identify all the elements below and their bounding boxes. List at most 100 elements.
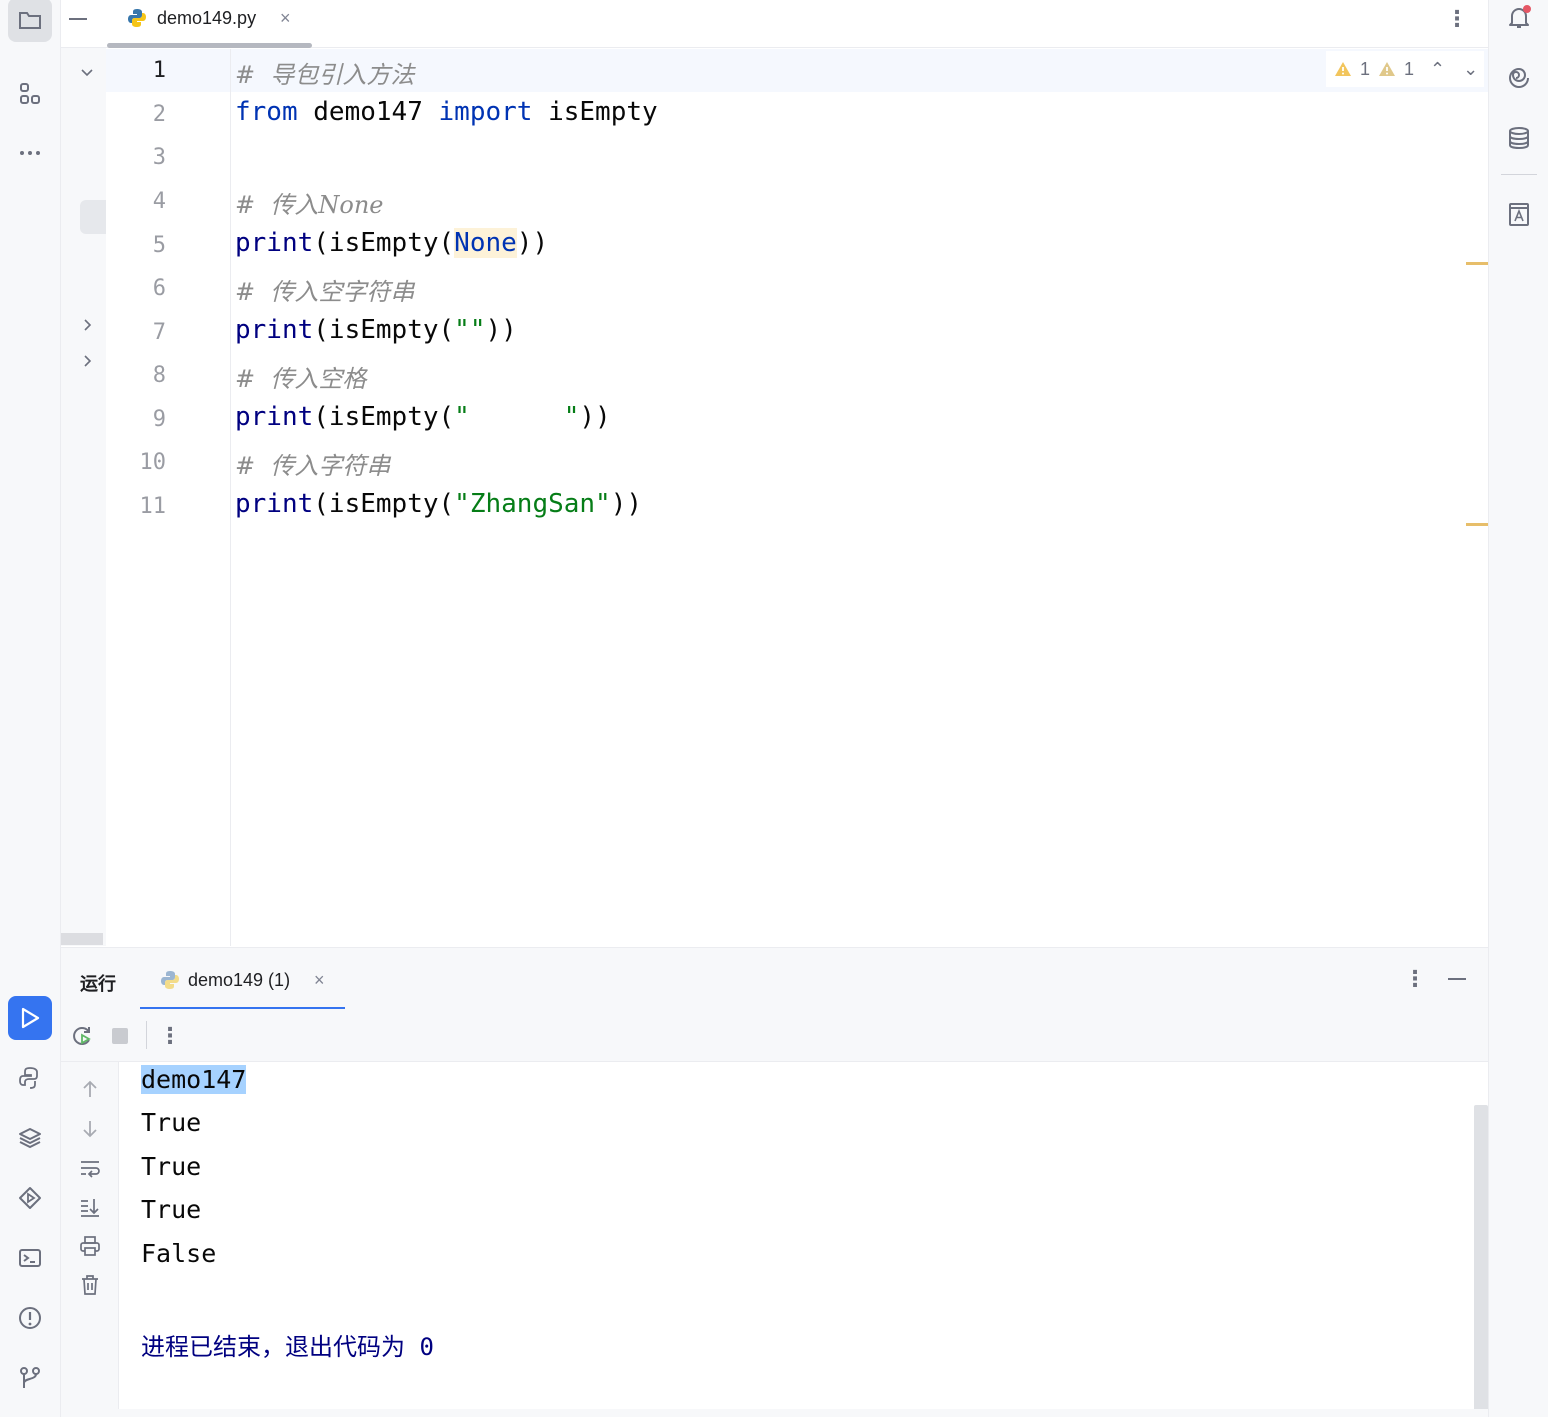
run-config-tab[interactable]: demo149 (1) ×: [140, 948, 345, 1010]
problems-button[interactable]: [8, 1296, 52, 1340]
hide-sidebar-button[interactable]: [64, 6, 92, 32]
structure-button[interactable]: [8, 72, 52, 116]
more-actions-button[interactable]: ⋮: [157, 1023, 183, 1049]
chevron-down-icon: [81, 69, 93, 77]
code-comment: # 传入空格: [235, 365, 367, 393]
collapse-chevron[interactable]: [79, 64, 95, 80]
module-name: demo147: [313, 97, 423, 127]
database-icon: [1509, 127, 1529, 150]
code-line: print(isEmpty("")): [235, 315, 517, 345]
project-button[interactable]: [8, 0, 52, 42]
expand-chevron[interactable]: [79, 353, 95, 369]
ai-assistant-button[interactable]: [1497, 56, 1541, 100]
minimize-panel-button[interactable]: [1448, 978, 1466, 980]
code-line: # 传入字符串: [235, 446, 390, 481]
line-number: 9: [152, 407, 166, 432]
chevron-down-icon[interactable]: ⌄: [1463, 59, 1478, 80]
scroll-down-button[interactable]: [77, 1116, 103, 1142]
weak-warning-count: 1: [1404, 58, 1415, 79]
status-bar-edge: [61, 1409, 1488, 1417]
code-comment: # 传入空字符串: [235, 278, 415, 306]
line-number: 2: [152, 102, 166, 127]
code-text: )): [610, 489, 643, 519]
chevron-right-icon: [84, 355, 92, 367]
string-literal: "": [454, 315, 486, 345]
run-panel-title: 运行: [80, 974, 116, 994]
builtin-print: print: [235, 402, 314, 432]
console-vertical-scrollbar[interactable]: [1474, 1105, 1488, 1417]
translate-icon: [1509, 203, 1529, 226]
console-output-line: False: [141, 1239, 217, 1268]
tab-options-menu[interactable]: ⋮: [1446, 6, 1468, 32]
editor-tab[interactable]: demo149.py ×: [107, 0, 312, 48]
translate-button[interactable]: [1497, 192, 1541, 236]
warning-stripe-marker[interactable]: [1466, 523, 1488, 526]
toolbar-separator: [146, 1021, 147, 1049]
services-button[interactable]: [8, 1176, 52, 1220]
print-button[interactable]: [77, 1233, 103, 1259]
code-text: (isEmpty(: [313, 489, 455, 519]
code-text: )): [579, 402, 611, 432]
code-line: # 导包引入方法: [235, 55, 414, 90]
code-comment: # 导包引入方法: [235, 61, 415, 89]
python-console-button[interactable]: [8, 1056, 52, 1100]
stop-icon: [112, 1028, 128, 1044]
code-text: )): [516, 228, 549, 258]
code-editor[interactable]: 1 2 3 4 5 6 7 8 9 10 11 # 导包引入方法 from de…: [106, 49, 1488, 946]
code-text: )): [485, 315, 517, 345]
line-number: 11: [139, 494, 167, 519]
code-line: # 传入None: [235, 185, 383, 220]
run-tool-button[interactable]: [8, 996, 52, 1040]
console-output-line: True: [141, 1108, 202, 1137]
line-number: 10: [139, 450, 167, 475]
run-options-menu[interactable]: ⋮: [1404, 966, 1426, 992]
folder-icon: [19, 12, 41, 29]
minus-icon: [69, 18, 87, 20]
builtin-print: print: [235, 315, 314, 345]
left-tool-strip: [0, 0, 61, 1417]
layers-button[interactable]: [8, 1116, 52, 1160]
code-line: print(isEmpty(" ")): [235, 402, 611, 432]
git-button[interactable]: [8, 1356, 52, 1400]
soft-wrap-button[interactable]: [77, 1155, 103, 1181]
line-number: 3: [152, 145, 166, 170]
rerun-icon: [73, 1027, 91, 1045]
arrow-down-icon: [83, 1121, 97, 1138]
keyword-import: import: [438, 97, 533, 127]
expand-chevron[interactable]: [79, 317, 95, 333]
python-file-icon: [128, 9, 146, 27]
process-exit-message: 进程已结束，退出代码为 0: [141, 1333, 434, 1361]
run-tab-close-button[interactable]: ×: [314, 970, 325, 991]
code-line: print(isEmpty("ZhangSan")): [235, 489, 642, 519]
scroll-up-button[interactable]: [77, 1076, 103, 1102]
code-line: # 传入空格: [235, 359, 366, 394]
trash-icon: [82, 1275, 98, 1295]
code-text: (isEmpty(: [313, 228, 455, 258]
terminal-button[interactable]: [8, 1236, 52, 1280]
stop-button[interactable]: [107, 1023, 133, 1049]
layers-icon: [19, 1128, 41, 1149]
clear-console-button[interactable]: [77, 1272, 103, 1298]
imported-name: isEmpty: [548, 97, 658, 127]
chevron-right-icon: [84, 319, 92, 331]
structure-icon: [20, 83, 40, 104]
rerun-button[interactable]: [69, 1023, 95, 1049]
more-tools-button[interactable]: [8, 131, 52, 175]
inspection-widget[interactable]: 1 1 ⌃ ⌄: [1326, 51, 1484, 87]
string-literal: " ": [454, 402, 580, 432]
string-literal: "ZhangSan": [454, 489, 611, 519]
chevron-up-icon[interactable]: ⌃: [1430, 59, 1445, 80]
console-side-toolbar: [61, 1062, 119, 1417]
scroll-to-end-button[interactable]: [77, 1194, 103, 1220]
editor-tab-label: demo149.py: [157, 8, 257, 28]
horizontal-scrollbar[interactable]: [61, 933, 103, 945]
run-console[interactable]: demo147 True True True False 进程已结束，退出代码为…: [120, 1062, 1488, 1417]
soft-wrap-icon: [81, 1161, 100, 1178]
code-line: from demo147 import isEmpty: [235, 97, 658, 127]
database-button[interactable]: [1497, 116, 1541, 160]
notifications-button[interactable]: [1497, 0, 1541, 40]
warning-stripe-marker[interactable]: [1466, 262, 1488, 265]
tab-close-button[interactable]: ×: [280, 8, 291, 29]
line-number: 5: [152, 233, 166, 258]
line-number-gutter: 1 2 3 4 5 6 7 8 9 10 11: [106, 49, 231, 946]
